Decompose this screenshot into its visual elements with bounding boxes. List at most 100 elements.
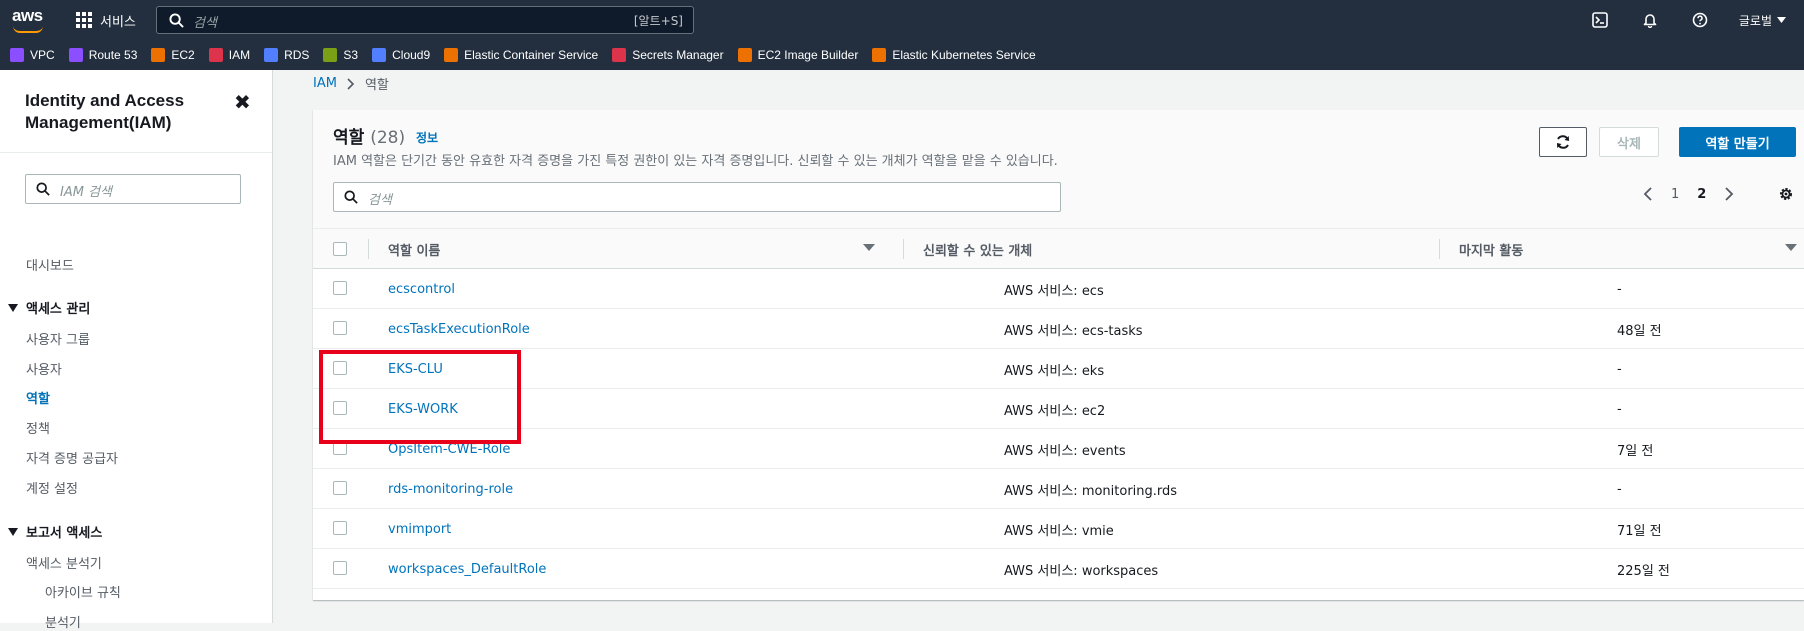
role-name-link[interactable]: vmimport bbox=[388, 509, 451, 549]
favorite-label: VPC bbox=[30, 48, 55, 62]
table-row: workspaces_DefaultRole AWS 서비스: workspace… bbox=[313, 549, 1804, 589]
breadcrumb-iam-link[interactable]: IAM bbox=[313, 76, 337, 91]
sidebar-item-dashboard[interactable]: 대시보드 bbox=[26, 255, 74, 274]
delete-button[interactable]: 삭제 bbox=[1599, 127, 1659, 157]
section-label: 보고서 액세스 bbox=[26, 526, 103, 541]
sidebar-section-access-management[interactable]: 액세스 관리 bbox=[8, 298, 90, 317]
sort-caret-icon[interactable] bbox=[1785, 244, 1797, 251]
trusted-entity-cell: AWS 서비스: ecs bbox=[1004, 283, 1104, 299]
sidebar-item-account-settings[interactable]: 계정 설정 bbox=[26, 478, 78, 497]
roles-title: 역할 bbox=[333, 128, 365, 148]
last-activity-cell: 225일 전 bbox=[1617, 563, 1670, 579]
table-row: ecscontrol AWS 서비스: ecs - bbox=[313, 269, 1804, 309]
page-2-button[interactable]: 2 bbox=[1697, 187, 1706, 202]
favorite-label: IAM bbox=[228, 48, 251, 62]
region-selector[interactable]: 글로벌 bbox=[1725, 12, 1804, 29]
iam-search-placeholder: IAM 검색 bbox=[60, 185, 112, 200]
favorite-item[interactable]: Route 53 bbox=[68, 48, 138, 62]
role-name-link[interactable]: ecsTaskExecutionRole bbox=[388, 309, 530, 349]
favorite-item[interactable]: VPC bbox=[10, 48, 55, 62]
sidebar-title: Identity and Access Management(IAM) bbox=[25, 91, 185, 132]
favorite-item[interactable]: Cloud9 bbox=[372, 48, 430, 62]
favorite-item[interactable]: Secrets Manager bbox=[612, 48, 724, 62]
info-link[interactable]: 정보 bbox=[416, 129, 438, 146]
row-checkbox[interactable] bbox=[333, 401, 347, 415]
sidebar-item-access-analyzer[interactable]: 액세스 분석기 bbox=[26, 553, 102, 572]
page-1-button[interactable]: 1 bbox=[1671, 187, 1679, 202]
help-icon bbox=[1692, 12, 1708, 28]
row-checkbox[interactable] bbox=[333, 561, 347, 575]
sidebar: Identity and Access Management(IAM) ✖ IA… bbox=[0, 70, 273, 631]
sidebar-item-user-groups[interactable]: 사용자 그룹 bbox=[26, 329, 90, 348]
row-checkbox[interactable] bbox=[333, 321, 347, 335]
roles-search-input[interactable]: 검색 bbox=[333, 182, 1061, 212]
favorite-item[interactable]: S3 bbox=[323, 48, 358, 62]
sidebar-item-users[interactable]: 사용자 bbox=[26, 359, 62, 378]
sidebar-item-roles[interactable]: 역할 bbox=[26, 388, 50, 407]
iam-search-input[interactable]: IAM 검색 bbox=[25, 174, 241, 204]
column-header-last-activity[interactable]: 마지막 활동 bbox=[1459, 229, 1523, 269]
row-checkbox[interactable] bbox=[333, 481, 347, 495]
refresh-icon bbox=[1557, 135, 1569, 149]
close-icon[interactable]: ✖ bbox=[234, 90, 251, 114]
column-header-trusted-entity[interactable]: 신뢰할 수 있는 개체 bbox=[923, 229, 1032, 269]
row-checkbox[interactable] bbox=[333, 441, 347, 455]
trusted-entity-cell: AWS 서비스: eks bbox=[1004, 363, 1105, 379]
cloudshell-button[interactable] bbox=[1575, 0, 1625, 40]
services-menu-button[interactable]: 서비스 bbox=[76, 9, 136, 31]
service-icon bbox=[323, 48, 338, 62]
role-name-link[interactable]: EKS-WORK bbox=[388, 389, 458, 429]
chevron-left-icon[interactable] bbox=[1643, 186, 1653, 202]
favorite-item[interactable]: Elastic Container Service bbox=[444, 48, 598, 62]
help-button[interactable] bbox=[1675, 0, 1725, 40]
role-name-link[interactable]: rds-monitoring-role bbox=[388, 469, 513, 509]
row-checkbox[interactable] bbox=[333, 521, 347, 535]
global-search-input[interactable]: 검색 [알트+S] bbox=[156, 6, 694, 34]
service-icon bbox=[612, 48, 627, 62]
favorite-item[interactable]: RDS bbox=[264, 48, 309, 62]
sidebar-divider bbox=[0, 152, 272, 153]
aws-logo[interactable]: aws bbox=[12, 7, 46, 33]
notifications-button[interactable] bbox=[1625, 0, 1675, 40]
role-name-link[interactable]: workspaces_DefaultRole bbox=[388, 549, 546, 589]
top-icons-group: 글로벌 bbox=[1575, 0, 1804, 40]
favorite-item[interactable]: Elastic Kubernetes Service bbox=[872, 48, 1036, 62]
service-icon bbox=[372, 48, 387, 62]
sidebar-item-identity-providers[interactable]: 자격 증명 공급자 bbox=[26, 448, 118, 467]
roles-description: IAM 역할은 단기간 동안 유효한 자격 증명을 가진 특정 권한이 있는 자… bbox=[333, 154, 1058, 169]
table-row: ecsTaskExecutionRole AWS 서비스: ecs-tasks 48… bbox=[313, 309, 1804, 349]
favorite-label: Secrets Manager bbox=[632, 48, 724, 62]
favorite-item[interactable]: IAM bbox=[208, 48, 251, 62]
pagination: 1 2 bbox=[1643, 186, 1734, 202]
sidebar-item-analyzers[interactable]: 분석기 bbox=[45, 612, 81, 631]
row-checkbox[interactable] bbox=[333, 361, 347, 375]
column-divider bbox=[368, 239, 369, 259]
caret-down-icon bbox=[8, 527, 18, 536]
sort-caret-icon[interactable] bbox=[863, 244, 875, 251]
select-all-checkbox[interactable] bbox=[333, 242, 347, 256]
favorite-label: EC2 bbox=[171, 48, 195, 62]
column-divider bbox=[903, 239, 904, 259]
row-checkbox[interactable] bbox=[333, 281, 347, 295]
refresh-button[interactable] bbox=[1539, 127, 1587, 157]
service-icon bbox=[68, 48, 83, 62]
table-row: EKS-WORK AWS 서비스: ec2 - bbox=[313, 389, 1804, 429]
favorite-label: Route 53 bbox=[88, 48, 138, 62]
last-activity-cell: - bbox=[1617, 401, 1622, 417]
role-name-link[interactable]: EKS-CLU bbox=[388, 349, 443, 389]
sidebar-item-archive-rules[interactable]: 아카이브 규칙 bbox=[45, 582, 121, 601]
role-name-link[interactable]: OpsItem-CWE-Role bbox=[388, 429, 510, 469]
favorite-item[interactable]: EC2 bbox=[151, 48, 195, 62]
chevron-right-icon[interactable] bbox=[1724, 186, 1734, 202]
gear-icon[interactable] bbox=[1778, 186, 1794, 202]
sidebar-section-access-reports[interactable]: 보고서 액세스 bbox=[8, 522, 102, 541]
role-name-link[interactable]: ecscontrol bbox=[388, 269, 455, 309]
create-role-button[interactable]: 역할 만들기 bbox=[1679, 127, 1796, 157]
favorite-label: EC2 Image Builder bbox=[757, 48, 859, 62]
trusted-entity-cell: AWS 서비스: ec2 bbox=[1004, 403, 1106, 419]
sidebar-item-policies[interactable]: 정책 bbox=[26, 418, 50, 437]
column-header-role-name[interactable]: 역할 이름 bbox=[388, 229, 440, 269]
trusted-entity-cell: AWS 서비스: ecs-tasks bbox=[1004, 323, 1143, 339]
page-title: 역할 (28) bbox=[333, 123, 405, 148]
favorite-item[interactable]: EC2 Image Builder bbox=[737, 48, 859, 62]
